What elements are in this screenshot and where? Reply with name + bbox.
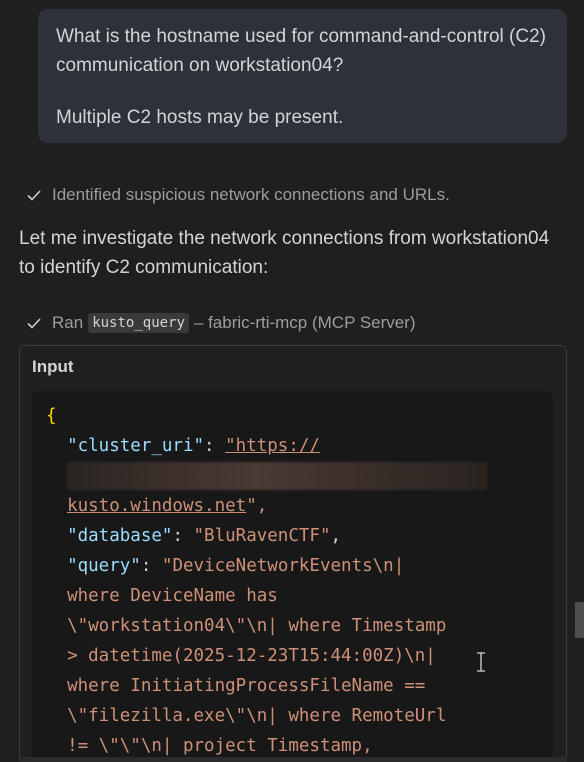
cluster-uri-value-end[interactable]: kusto.windows.net [67,496,246,516]
database-key: "database" [67,526,173,546]
redacted-hostname [67,462,488,490]
check-icon [26,187,42,203]
panel-bottom-edge [19,757,567,762]
query-line: where InitiatingProcessFileName == [67,676,426,696]
tool-input-panel: Input { "cluster_uri": "https:// kusto.w… [19,345,567,762]
query-line: \"filezilla.exe\"\n| where RemoteUrl [67,706,447,726]
user-message-note: Multiple C2 hosts may be present. [56,107,344,128]
scrollbar-thumb[interactable] [575,602,584,638]
check-icon [26,315,42,331]
step-identified[interactable]: Identified suspicious network connection… [26,185,450,205]
open-brace: { [46,406,57,426]
query-line: "DeviceNetworkEvents\n| [161,556,405,576]
query-line: > datetime(2025-12-23T15:44:00Z)\n| [67,646,436,666]
step-ran-prefix: Ran [52,313,84,332]
text-cursor-icon [476,652,486,672]
query-line: where DeviceName has [67,586,278,606]
query-line: != \"\"\n| project Timestamp, [67,736,373,756]
json-code: { "cluster_uri": "https:// kusto.windows… [46,401,488,761]
tool-server-label: – fabric-rti-mcp (MCP Server) [193,313,416,332]
panel-label-input: Input [32,357,74,376]
code-block[interactable]: { "cluster_uri": "https:// kusto.windows… [32,391,553,762]
query-line: \"workstation04\"\n| where Timestamp [67,616,447,636]
user-message-question: What is the hostname used for command-an… [56,26,546,76]
user-message-bubble: What is the hostname used for command-an… [38,9,567,143]
cluster-uri-key: "cluster_uri" [67,436,205,456]
database-value: "BluRavenCTF" [193,526,331,546]
assistant-message: Let me investigate the network connectio… [19,228,550,278]
cluster-uri-value-start[interactable]: "https:// [225,436,320,456]
query-key: "query" [67,556,141,576]
step-identified-label: Identified suspicious network connection… [52,185,450,204]
step-ran-tool[interactable]: Ran kusto_query – fabric-rti-mcp (MCP Se… [26,313,416,333]
cluster-uri-close: ", [246,496,268,516]
tool-name-code: kusto_query [88,313,189,333]
